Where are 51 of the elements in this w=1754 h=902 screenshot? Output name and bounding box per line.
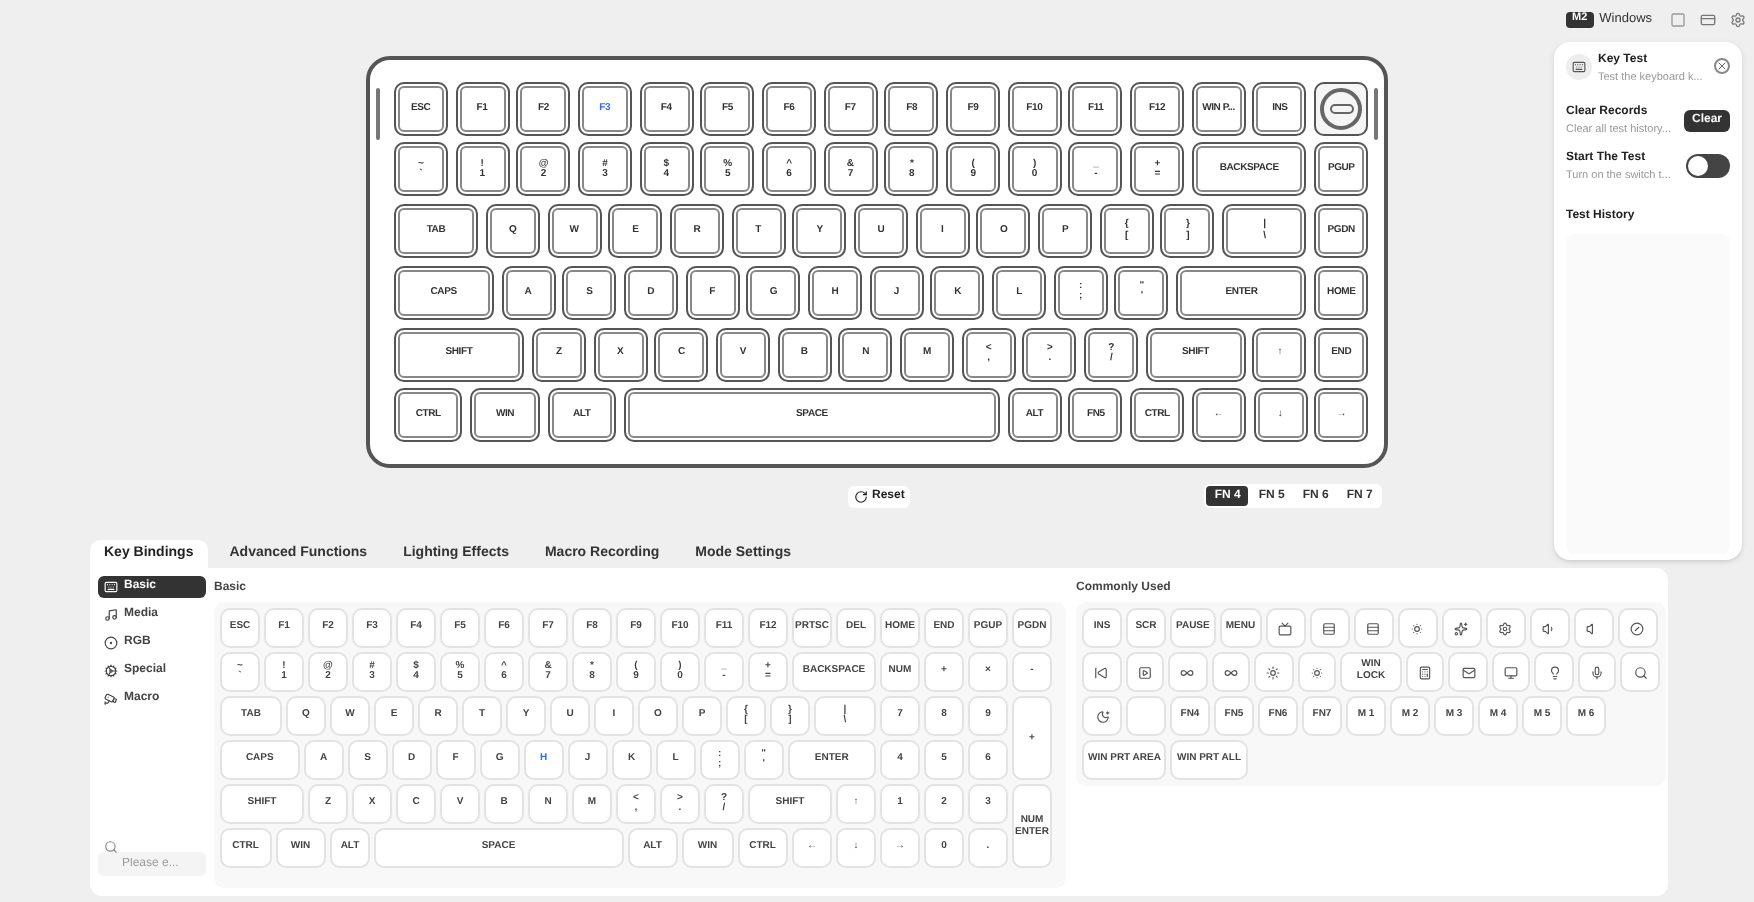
icon-key[interactable] <box>1620 652 1660 692</box>
icon-key[interactable] <box>1485 608 1526 648</box>
sun-icon <box>1266 665 1281 679</box>
play-icon <box>1137 665 1152 679</box>
microphone-icon <box>1590 665 1605 679</box>
sparkle-icon <box>1454 621 1469 635</box>
search-icon <box>104 839 118 853</box>
icon-key[interactable] <box>1125 652 1165 692</box>
monitor-icon <box>1504 665 1519 679</box>
mail-icon <box>1461 665 1476 679</box>
speaker-icon <box>1542 621 1557 635</box>
category-icon <box>104 636 118 650</box>
icon-key[interactable] <box>1309 608 1350 648</box>
card-icon[interactable] <box>1700 11 1717 27</box>
sun-icon <box>1309 665 1324 679</box>
rows-icon <box>1322 621 1337 635</box>
search-icon <box>1633 665 1648 679</box>
screen-icon <box>1278 621 1293 635</box>
close-icon[interactable] <box>1714 58 1730 74</box>
icon-key[interactable] <box>1265 608 1306 648</box>
settings-icon <box>1498 621 1513 635</box>
category-icon <box>104 692 118 706</box>
icon-key[interactable] <box>1448 652 1488 692</box>
moon-icon <box>1095 709 1109 723</box>
sun-icon <box>1410 621 1425 635</box>
calculator-icon <box>1418 665 1433 679</box>
icon-key[interactable] <box>1211 652 1251 692</box>
slashed-circle-icon <box>1630 621 1645 635</box>
knob-icon[interactable] <box>1314 81 1369 136</box>
icon-key[interactable] <box>1353 608 1394 648</box>
icon-key[interactable] <box>1617 608 1658 648</box>
key-test-icon <box>1566 54 1592 80</box>
icon-key[interactable] <box>1491 652 1531 692</box>
infinity-icon <box>1223 665 1238 679</box>
settings-icon[interactable] <box>1730 11 1747 27</box>
category-icon <box>104 580 118 594</box>
start-test-switch[interactable] <box>1686 154 1730 179</box>
skip-back-icon <box>1094 665 1109 679</box>
icon-key[interactable] <box>1534 652 1574 692</box>
category-icon <box>104 664 118 678</box>
icon-key[interactable] <box>1441 608 1482 648</box>
icon-key[interactable] <box>1577 652 1617 692</box>
icon-key[interactable] <box>1168 652 1208 692</box>
rows-icon <box>1366 621 1381 635</box>
icon-key[interactable] <box>1082 652 1122 692</box>
lightbulb-icon <box>1547 665 1562 679</box>
icon-key[interactable] <box>1082 696 1122 736</box>
icon-key[interactable] <box>1405 652 1445 692</box>
category-icon <box>104 608 118 622</box>
reset-icon <box>854 489 868 503</box>
infinity-icon <box>1180 665 1195 679</box>
